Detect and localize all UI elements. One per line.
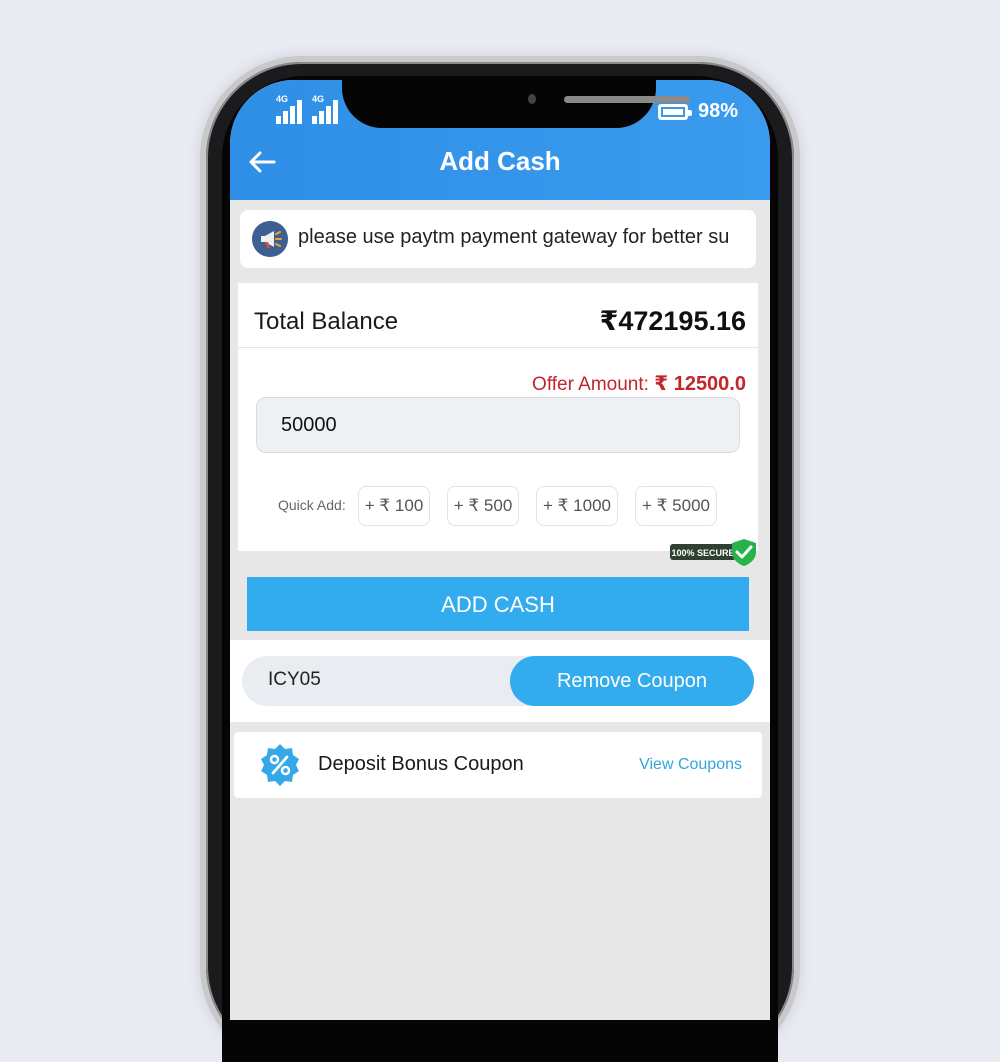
camera-notch [342, 80, 690, 128]
quick-add-100-button[interactable]: + ₹ 100 [358, 486, 430, 526]
deposit-bonus-label: Deposit Bonus Coupon [318, 753, 524, 775]
offer-label: Offer Amount: [532, 374, 649, 395]
add-cash-button[interactable]: ADD CASH [247, 577, 749, 631]
speaker-grille [564, 96, 690, 103]
percent-badge-icon [261, 744, 299, 786]
total-balance-label: Total Balance [254, 308, 399, 335]
offer-amount: Offer Amount: ₹ 12500.0 [532, 371, 746, 396]
signal-icon: 4G [312, 94, 346, 124]
quick-add-label: Quick Add: [278, 497, 346, 513]
quick-add-500-button[interactable]: + ₹ 500 [447, 486, 519, 526]
divider [238, 347, 758, 348]
app-header: 4G 4G 98% Add Cash [230, 80, 770, 200]
secure-badge-icon: 100% SECURE [670, 539, 756, 566]
quick-add-1000-button[interactable]: + ₹ 1000 [536, 486, 618, 526]
page-title: Add Cash [439, 146, 561, 176]
view-coupons-link[interactable]: View Coupons [639, 756, 742, 774]
coupon-section: ICY05 Remove Coupon [230, 640, 770, 722]
network-label: 4G [276, 94, 289, 104]
remove-coupon-button[interactable]: Remove Coupon [510, 656, 754, 706]
battery-percent: 98% [698, 100, 739, 122]
coupon-code: ICY05 [268, 669, 321, 690]
battery-icon [658, 104, 692, 120]
announcement-banner: please use paytm payment gateway for bet… [240, 210, 756, 268]
total-balance-value: ₹472195.16 [599, 306, 746, 336]
quick-add-5000-button[interactable]: + ₹ 5000 [635, 486, 717, 526]
balance-card: Total Balance ₹472195.16 Offer Amount: ₹… [238, 283, 758, 551]
deposit-bonus-card[interactable]: Deposit Bonus Coupon View Coupons [234, 732, 762, 798]
network-label: 4G [312, 94, 325, 104]
camera-icon [528, 94, 536, 104]
amount-input[interactable]: 50000 [256, 397, 740, 453]
offer-value: ₹ 12500.0 [654, 373, 746, 395]
phone-screen: 4G 4G 98% Add Cash please use paytm paym… [230, 80, 770, 1020]
coupon-field[interactable]: ICY05 Remove Coupon [242, 656, 754, 706]
megaphone-icon [252, 221, 288, 257]
svg-text:100% SECURE: 100% SECURE [671, 548, 734, 558]
announcement-text: please use paytm payment gateway for bet… [298, 226, 730, 248]
signal-icon: 4G [276, 94, 310, 124]
